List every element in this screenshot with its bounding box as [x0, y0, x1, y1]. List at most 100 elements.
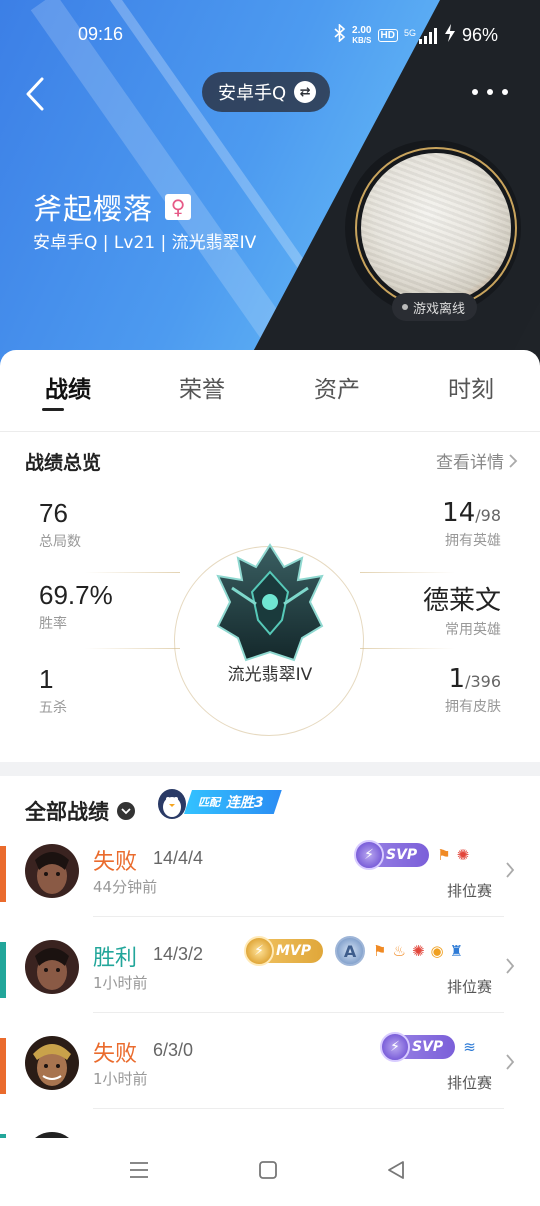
stat-value: 14/98 — [442, 498, 501, 528]
row-divider — [93, 1108, 504, 1109]
divider — [360, 648, 455, 649]
lightning-icon: ⚡ — [354, 840, 384, 870]
stat-total: /98 — [475, 506, 501, 525]
row-divider — [93, 1012, 504, 1013]
chevron-left-icon — [26, 77, 44, 111]
stat-label: 五杀 — [39, 700, 67, 716]
stat-owned-heroes: 14/98 拥有英雄 — [442, 498, 501, 550]
tab-honors[interactable]: 荣誉 — [152, 370, 252, 404]
mvp-badge: ⚡ MVP A ⚑ ♨ ✺ ◉ ♜ — [244, 936, 463, 966]
stat-value: 德莱文 — [423, 580, 501, 617]
back-triangle-icon — [388, 1161, 404, 1179]
stat-value: 1 — [39, 664, 54, 694]
tab-moments[interactable]: 时刻 — [421, 370, 521, 404]
match-row[interactable]: 失败 14/4/4 44分钟前 ⚡ SVP ⚑ ✺ 排位赛 — [0, 836, 540, 932]
streak-label: 连胜3 — [226, 795, 264, 811]
match-time: 1小时前 — [93, 974, 148, 992]
flag-icon: ⚑ — [373, 941, 387, 960]
match-kda: 14/4/4 — [153, 848, 204, 868]
profile-page: 09:16 2.00 KB/S HD 5G 96% 安卓手Q ⇄ 斧起樱落 ♀ … — [0, 0, 540, 1206]
hd-icon: HD — [377, 29, 398, 42]
status-dot-icon — [402, 304, 408, 310]
stat-owned-skins: 1/396 拥有皮肤 — [445, 664, 501, 716]
server-label: 安卓手Q — [218, 83, 287, 104]
status-time: 09:16 — [78, 24, 124, 44]
mvp-label: ⚡ MVP — [244, 936, 324, 966]
stat-number: 1 — [448, 664, 466, 694]
stat-pentakills: 1 五杀 — [39, 664, 67, 717]
stat-label: 拥有英雄 — [445, 533, 501, 549]
stat-number: 德莱文 — [422, 586, 501, 616]
more-options-button[interactable] — [472, 84, 508, 100]
avatar-photo — [361, 153, 511, 303]
stat-label: 胜率 — [39, 616, 67, 632]
achievement-icons: ⚑ ♨ ✺ ◉ ♜ — [373, 941, 463, 960]
result-indicator — [0, 942, 6, 998]
back-button[interactable] — [22, 76, 50, 112]
signal-icon: 5G — [403, 27, 438, 44]
stat-label: 总局数 — [39, 534, 81, 550]
stat-number: 14 — [442, 498, 476, 528]
match-row[interactable]: 失败 6/3/0 1小时前 ⚡ SVP ≋ 排位赛 — [0, 1028, 540, 1124]
all-records-title: 全部战绩 — [25, 800, 109, 824]
stat-win-rate: 69.7% 胜率 — [39, 580, 113, 633]
grade-badge: A — [335, 936, 366, 966]
stat-value: 1/396 — [445, 664, 501, 694]
battery-level: 96% — [461, 25, 498, 45]
match-row[interactable]: 胜利 — [0, 1124, 540, 1138]
profile-header: 09:16 2.00 KB/S HD 5G 96% 安卓手Q ⇄ 斧起樱落 ♀ … — [0, 0, 540, 380]
achievement-icons: ≋ — [463, 1037, 476, 1056]
svp-label: ⚡ SVP — [354, 840, 430, 870]
tab-active-indicator — [42, 408, 64, 411]
signal-label: 5G — [403, 27, 416, 38]
hero-avatar — [25, 940, 79, 994]
menu-button[interactable] — [128, 1160, 150, 1184]
profile-tabs: 战绩 荣誉 资产 时刻 — [0, 350, 540, 432]
badge-text: SVP — [386, 847, 418, 863]
status-icons: 2.00 KB/S HD 5G 96% — [334, 23, 498, 47]
match-kda: 14/3/2 — [153, 944, 204, 964]
lightning-icon: ⚡ — [380, 1032, 410, 1062]
stat-label: 拥有皮肤 — [445, 699, 501, 715]
match-row[interactable]: 胜利 14/3/2 1小时前 ⚡ MVP A ⚑ ♨ ✺ ◉ ♜ 排位赛 — [0, 932, 540, 1028]
hero-avatar — [25, 1036, 79, 1090]
stat-main-hero: 德莱文 常用英雄 — [423, 580, 501, 639]
result-indicator — [0, 846, 6, 902]
chevron-right-icon — [506, 958, 515, 974]
all-records-filter[interactable]: 全部战绩 — [25, 796, 135, 826]
wave-icon: ≋ — [463, 1037, 476, 1056]
username-row: 斧起樱落 ♀ — [33, 186, 192, 228]
tab-records[interactable]: 战绩 — [18, 370, 118, 404]
rank-crest-icon — [216, 543, 324, 662]
more-dot — [502, 89, 508, 95]
speed-unit: KB/S — [352, 35, 372, 45]
home-button[interactable] — [258, 1160, 278, 1184]
avatar[interactable] — [345, 140, 521, 316]
penguin-icon — [158, 789, 186, 819]
rank-name: 流光翡翠IV — [227, 665, 313, 685]
chevron-right-icon — [509, 453, 518, 468]
chevron-right-icon — [506, 1054, 515, 1070]
lightning-icon: ⚡ — [244, 936, 274, 966]
lotus-icon: ✺ — [456, 845, 470, 864]
server-switch-button[interactable]: 安卓手Q ⇄ — [202, 72, 331, 112]
achievement-icons: ⚑ ✺ — [437, 845, 470, 864]
match-kda: 6/3/0 — [153, 1040, 194, 1060]
back-nav-button[interactable] — [386, 1160, 406, 1184]
online-status-text: 游戏离线 — [413, 301, 466, 317]
speed-value: 2.00 — [352, 24, 372, 36]
system-navigation-bar — [0, 1138, 540, 1206]
user-info-line: 安卓手Q | Lv21 | 流光翡翠IV — [33, 233, 257, 253]
chevron-down-icon — [117, 802, 135, 820]
view-details-label: 查看详情 — [436, 453, 504, 473]
match-result: 失败 — [93, 1042, 138, 1067]
tab-assets[interactable]: 资产 — [287, 370, 387, 404]
chevron-right-icon — [506, 862, 515, 878]
badge-text: MVP — [276, 943, 312, 959]
female-icon: ♀ — [165, 194, 192, 220]
match-mode: 排位赛 — [446, 978, 492, 996]
hero-avatar — [25, 844, 79, 898]
stat-total-games: 76 总局数 — [39, 498, 81, 551]
view-details-link[interactable]: 查看详情 — [436, 448, 518, 473]
svp-badge: ⚡ SVP ⚑ ✺ — [354, 840, 470, 870]
